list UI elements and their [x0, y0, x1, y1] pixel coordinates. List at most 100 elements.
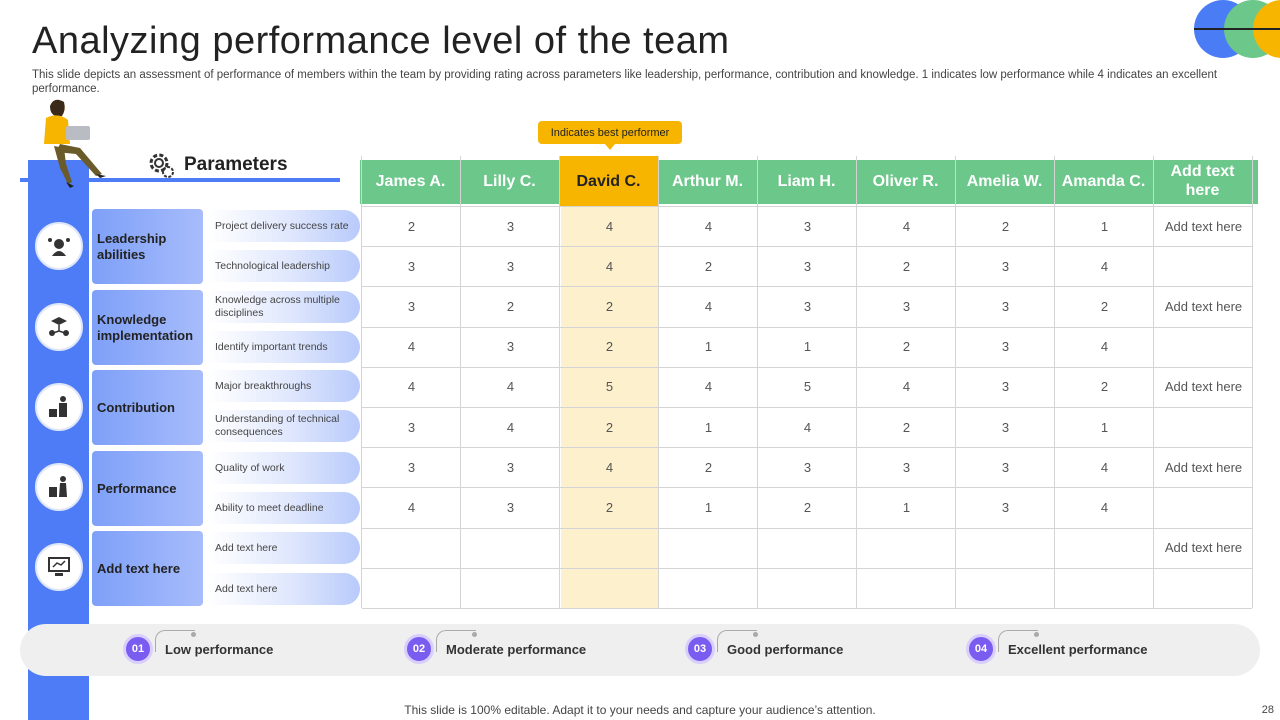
table-cell: 2: [902, 258, 911, 274]
table-cell: 4: [1100, 499, 1109, 515]
sub-parameter-pill: Knowledge across multiple disciplines: [208, 291, 360, 323]
table-cell: 2: [506, 298, 515, 314]
sub-parameter-pill: Understanding of technical consequences: [208, 410, 360, 442]
table-cell: 4: [704, 298, 713, 314]
table-cell: 3: [506, 459, 515, 475]
table-cell: 3: [506, 218, 515, 234]
table-cell: 3: [902, 298, 911, 314]
table-cell: [461, 568, 560, 608]
table-cell: 2: [803, 499, 812, 515]
table-cell: 4: [605, 258, 614, 274]
table-gridline: [362, 608, 1252, 609]
table-cell: 3: [407, 459, 416, 475]
table-cell: 1: [704, 499, 713, 515]
sub-parameter-pill: Quality of work: [208, 452, 360, 484]
table-cell: 4: [506, 419, 515, 435]
legend-label: Good performance: [727, 641, 844, 657]
table-cell: 2: [1100, 298, 1109, 314]
table-cell: Add text here: [1164, 298, 1243, 314]
column-header: Lilly C.: [483, 172, 536, 190]
table-cell: 2: [902, 339, 911, 355]
table-cell: 4: [704, 379, 713, 395]
table-cell: 4: [407, 339, 416, 355]
legend-item: 01 Low performance: [123, 634, 273, 664]
table-cell: 3: [803, 218, 812, 234]
table-cell: Add text here: [1164, 379, 1243, 395]
table-cell: [659, 528, 758, 568]
legend-label: Excellent performance: [1008, 641, 1148, 657]
table-cell: 5: [803, 379, 812, 395]
presentation-icon: [35, 543, 83, 591]
table-cell: 3: [1001, 298, 1010, 314]
parameters-heading: Parameters: [146, 150, 288, 180]
table-cell: [1055, 568, 1154, 608]
knowledge-icon: [35, 303, 83, 351]
legend-item: 03 Good performance: [685, 634, 843, 664]
page-number: 28: [1261, 704, 1274, 716]
table-cell: [560, 528, 659, 568]
table-cell: [362, 568, 461, 608]
table-cell: 1: [803, 339, 812, 355]
sub-parameter-pill: Technological leadership: [208, 250, 360, 282]
sub-parameter-pill: Ability to meet deadline: [208, 492, 360, 524]
table-cell: [758, 528, 857, 568]
category-add-text: Add text here: [92, 531, 203, 606]
table-cell: 2: [605, 419, 614, 435]
sub-parameter-pill: Identify important trends: [208, 331, 360, 363]
category-performance: Performance: [92, 451, 203, 526]
sub-parameter-pill: Project delivery success rate: [208, 210, 360, 242]
table-cell: 2: [704, 258, 713, 274]
column-header: Add text here: [1170, 163, 1235, 199]
person-with-laptop-illustration: [44, 99, 106, 188]
table-cell: 2: [407, 218, 416, 234]
parameters-label: Parameters: [184, 154, 288, 175]
legend-item: 02 Moderate performance: [404, 634, 586, 664]
column-header: Amelia W.: [966, 172, 1043, 190]
page-subtitle: This slide depicts an assessment of perf…: [32, 69, 1218, 95]
table-cell: 1: [1100, 419, 1109, 435]
sub-parameter-pill: Major breakthroughs: [208, 370, 360, 402]
column-header: Oliver R.: [872, 172, 939, 190]
table-cell: 1: [704, 339, 713, 355]
table-cell: [362, 528, 461, 568]
sub-parameter-pill: Add text here: [208, 532, 360, 564]
table-cell: 1: [1100, 218, 1109, 234]
table-cell: 2: [1100, 379, 1109, 395]
table-cell: [956, 568, 1055, 608]
column-header: David C.: [559, 156, 658, 206]
best-performer-tag-arrow: [605, 144, 615, 150]
table-cell: [560, 568, 659, 608]
table-cell: 3: [1001, 258, 1010, 274]
column-header: James A.: [375, 172, 446, 190]
table-cell: 4: [506, 379, 515, 395]
table-cell: [1154, 327, 1253, 367]
gear-icon: [149, 153, 174, 178]
table-cell: 3: [1001, 379, 1010, 395]
table-cell: 5: [605, 379, 614, 395]
legend-number-badge: 03: [685, 634, 715, 664]
legend-label: Moderate performance: [446, 641, 587, 657]
table-cell: 4: [605, 459, 614, 475]
table-cell: [1154, 246, 1253, 286]
category-knowledge: Knowledge implementation: [92, 290, 203, 365]
table-cell: 3: [407, 298, 416, 314]
legend-number-badge: 04: [966, 634, 996, 664]
best-performer-tag: Indicates best performer: [538, 121, 682, 144]
column-header: Arthur M.: [671, 172, 744, 190]
table-cell: 3: [1001, 459, 1010, 475]
legend-label: Low performance: [165, 641, 274, 657]
table-cell: 4: [1100, 459, 1109, 475]
category-contribution: Contribution: [92, 370, 203, 445]
table-cell: 3: [407, 419, 416, 435]
table-cell: 4: [407, 379, 416, 395]
table-cell: 3: [407, 258, 416, 274]
table-cell: 2: [605, 298, 614, 314]
page-title: Analyzing performance level of the team: [32, 20, 730, 62]
table-cell: Add text here: [1164, 540, 1243, 556]
table-cell: 3: [1001, 499, 1010, 515]
legend-item: 04 Excellent performance: [966, 634, 1147, 664]
leadership-icon: [35, 222, 83, 270]
table-cell: 4: [605, 218, 614, 234]
table-cell: 4: [902, 218, 911, 234]
table-cell: [758, 568, 857, 608]
